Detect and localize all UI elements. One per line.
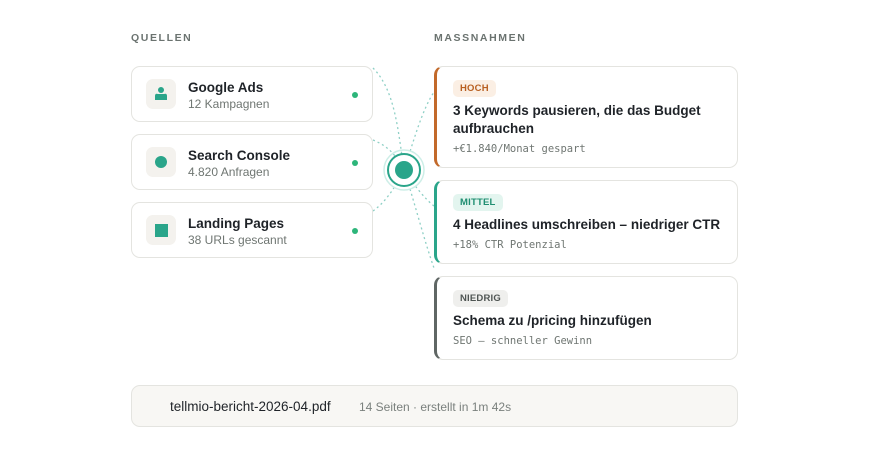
action-card-high[interactable]: HOCH 3 Keywords pausieren, die das Budge… [434, 66, 738, 168]
source-subtitle: 38 URLs gescannt [188, 233, 287, 247]
source-card-landing-pages[interactable]: Landing Pages 38 URLs gescannt [131, 202, 373, 258]
action-detail: SEO – schneller Gewinn [453, 335, 593, 347]
source-card-search-console[interactable]: Search Console 4.820 Anfragen [131, 134, 373, 190]
source-title: Search Console [188, 148, 291, 163]
action-card-medium[interactable]: MITTEL 4 Headlines umschreiben – niedrig… [434, 180, 738, 264]
action-title: 4 Headlines umschreiben – niedriger CTR [453, 217, 721, 232]
report-filename[interactable]: tellmio-bericht-2026-04.pdf [170, 399, 331, 414]
search-console-icon [146, 147, 176, 177]
action-title: 3 Keywords pausieren, die das Budget auf… [453, 103, 701, 136]
sources-heading: QUELLEN [131, 32, 193, 44]
priority-badge-medium: MITTEL [453, 194, 503, 211]
priority-badge-high: HOCH [453, 80, 496, 97]
source-subtitle: 12 Kampagnen [188, 97, 270, 111]
action-detail: +€1.840/Monat gespart [453, 143, 586, 155]
report-meta: 14 Seiten · erstellt in 1m 42s [359, 400, 512, 414]
ads-icon [146, 79, 176, 109]
priority-badge-low: NIEDRIG [453, 290, 508, 307]
action-title: Schema zu /pricing hinzufügen [453, 313, 652, 328]
status-dot [352, 92, 358, 98]
action-card-low[interactable]: NIEDRIG Schema zu /pricing hinzufügen SE… [434, 276, 738, 360]
status-dot [352, 160, 358, 166]
source-card-google-ads[interactable]: Google Ads 12 Kampagnen [131, 66, 373, 122]
source-title: Landing Pages [188, 216, 285, 231]
actions-heading: MASSNAHMEN [434, 32, 527, 44]
hub-node [383, 149, 425, 191]
landing-pages-icon [146, 215, 176, 245]
report-file-bar[interactable]: tellmio-bericht-2026-04.pdf 14 Seiten · … [131, 385, 738, 427]
source-title: Google Ads [188, 80, 264, 95]
source-subtitle: 4.820 Anfragen [188, 165, 270, 179]
action-detail: +18% CTR Potenzial [453, 239, 567, 251]
status-dot [352, 228, 358, 234]
